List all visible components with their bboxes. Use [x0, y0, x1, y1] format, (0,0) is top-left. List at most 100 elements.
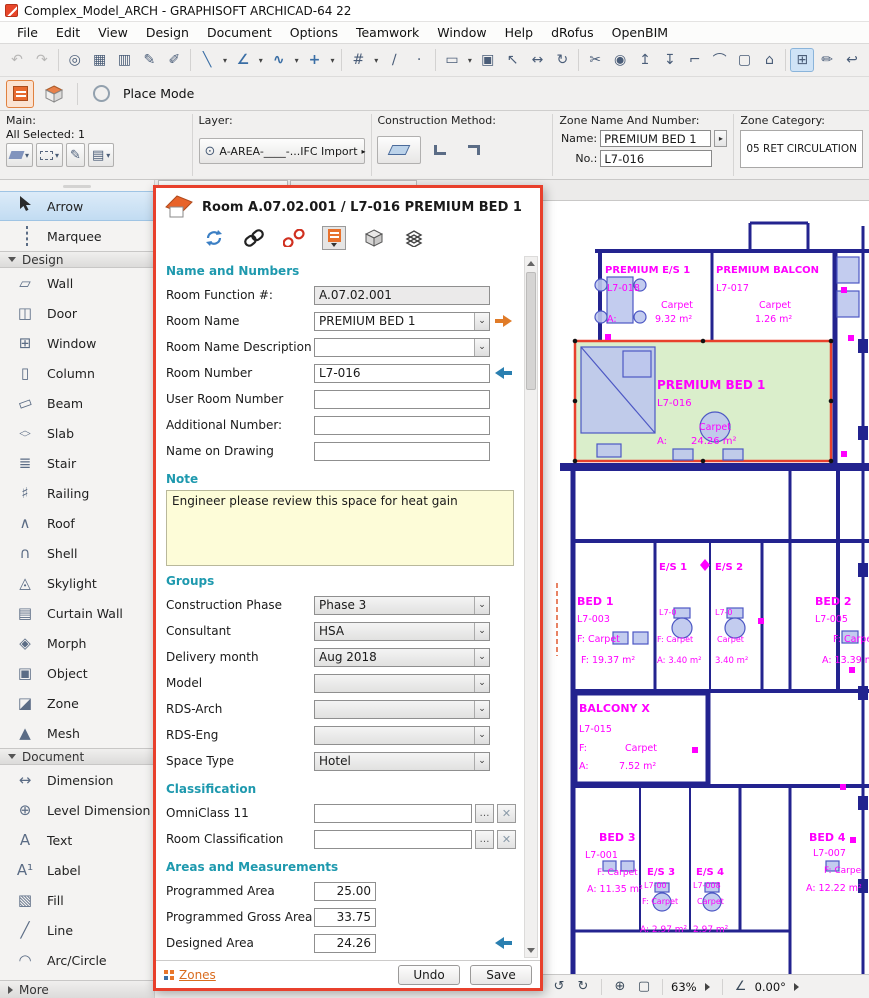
- zone-name-input[interactable]: PREMIUM BED 1: [600, 130, 711, 147]
- zone-name[interactable]: E/S 3: [647, 867, 675, 878]
- chevron-down-icon[interactable]: ⌄: [474, 753, 489, 770]
- spline-tool-dropdown[interactable]: ▾: [292, 48, 302, 72]
- scroll-down-icon[interactable]: [525, 944, 537, 957]
- unlink-button[interactable]: [282, 226, 306, 250]
- zones-link[interactable]: Zones: [164, 968, 216, 982]
- omniclass-input[interactable]: [314, 804, 472, 823]
- construction-method-button[interactable]: [377, 136, 421, 164]
- zoom-to-selection-icon[interactable]: ◉: [608, 48, 632, 72]
- favorites-palette-button[interactable]: ▤▾: [88, 143, 114, 167]
- menu-file[interactable]: File: [8, 25, 47, 40]
- brush-icon[interactable]: ✏: [815, 48, 839, 72]
- additional-number-input[interactable]: [314, 416, 490, 435]
- tool-morph[interactable]: ◈Morph: [0, 628, 154, 658]
- line-tool-icon[interactable]: ╲: [195, 48, 219, 72]
- zone-name[interactable]: BED 2: [815, 595, 852, 608]
- loop-icon[interactable]: ↩: [840, 48, 864, 72]
- chevron-down-icon[interactable]: ⌄: [474, 597, 489, 614]
- rotation-angle[interactable]: 0.00°: [755, 980, 786, 994]
- spline-tool-icon[interactable]: ∿: [267, 48, 291, 72]
- tool-arc-circle[interactable]: ◠Arc/Circle: [0, 945, 154, 975]
- toolbox-section-design[interactable]: Design: [0, 251, 154, 268]
- room-name-select[interactable]: PREMIUM BED 1⌄: [314, 312, 490, 331]
- chevron-down-icon[interactable]: ⌄: [474, 701, 489, 718]
- zoom-level[interactable]: 63%: [671, 980, 697, 994]
- tool-text[interactable]: AText: [0, 825, 154, 855]
- chevron-down-icon[interactable]: ⌄: [474, 727, 489, 744]
- tool-stair[interactable]: ≣Stair: [0, 448, 154, 478]
- scroll-up-icon[interactable]: [525, 257, 537, 270]
- line-tool-dropdown[interactable]: ▾: [220, 48, 230, 72]
- menu-options[interactable]: Options: [281, 25, 347, 40]
- drag-icon[interactable]: ↖: [501, 48, 525, 72]
- tool-door[interactable]: ◫Door: [0, 298, 154, 328]
- zone-name[interactable]: PREMIUM BALCON: [716, 265, 819, 276]
- layer-selector[interactable]: ⊙ A-AREA-____-...IFC Import ▸: [199, 138, 365, 164]
- model-sync-button[interactable]: [40, 80, 68, 108]
- designed-area-input[interactable]: 24.26: [314, 934, 376, 953]
- save-button[interactable]: Save: [470, 965, 532, 985]
- favorites-icon[interactable]: ▦: [88, 48, 112, 72]
- rotate-icon[interactable]: ↻: [550, 48, 574, 72]
- tool-label[interactable]: A¹Label: [0, 855, 154, 885]
- inject-parameters-icon[interactable]: ✐: [162, 48, 186, 72]
- chevron-down-icon[interactable]: ⌄: [474, 623, 489, 640]
- measure-icon[interactable]: ↔: [526, 48, 550, 72]
- fit-in-window-icon[interactable]: ▢: [634, 979, 654, 994]
- user-room-number-input[interactable]: [314, 390, 490, 409]
- zone-name-picker-button[interactable]: ▸: [714, 130, 727, 147]
- tool-line[interactable]: ╱Line: [0, 915, 154, 945]
- tool-column[interactable]: ▯Column: [0, 358, 154, 388]
- zone-name[interactable]: PREMIUM BED 1: [657, 378, 765, 392]
- pin-down-icon[interactable]: ↧: [658, 48, 682, 72]
- zoom-menu-icon[interactable]: [705, 983, 710, 991]
- space-type-select[interactable]: Hotel⌄: [314, 752, 490, 771]
- zone-name[interactable]: BALCONY X: [579, 702, 650, 715]
- programmed-area-input[interactable]: 25.00: [314, 882, 376, 901]
- sync-button[interactable]: [202, 226, 226, 250]
- menu-document[interactable]: Document: [198, 25, 281, 40]
- menu-view[interactable]: View: [89, 25, 137, 40]
- zone-category-selector[interactable]: 05 RET CIRCULATION: [740, 130, 863, 168]
- consultant-select[interactable]: HSA⌄: [314, 622, 490, 641]
- construction-phase-select[interactable]: Phase 3⌄: [314, 596, 490, 615]
- tool-railing[interactable]: ♯Railing: [0, 478, 154, 508]
- snap-grid-dropdown[interactable]: ▾: [371, 48, 381, 72]
- place-mode-toggle[interactable]: [87, 80, 115, 108]
- chevron-down-icon[interactable]: ⌄: [474, 675, 489, 692]
- coordinate-tool-icon[interactable]: +: [303, 48, 327, 72]
- toolbox-section-document[interactable]: Document: [0, 748, 154, 765]
- snap-grid-icon[interactable]: #: [346, 48, 370, 72]
- layout-grid-icon[interactable]: ⊞: [790, 48, 814, 72]
- toolbox-grip[interactable]: [0, 182, 154, 191]
- home-story-icon[interactable]: ⌂: [757, 48, 781, 72]
- tool-mesh[interactable]: ▲Mesh: [0, 718, 154, 748]
- tool-object[interactable]: ▣Object: [0, 658, 154, 688]
- room-function-input[interactable]: A.07.02.001: [314, 286, 490, 305]
- reference-line-button-2[interactable]: [459, 136, 489, 164]
- reference-line-button-1[interactable]: [425, 136, 455, 164]
- name-on-drawing-input[interactable]: [314, 442, 490, 461]
- rotation-menu-icon[interactable]: [794, 983, 799, 991]
- object-list-button[interactable]: [402, 226, 426, 250]
- undo-icon[interactable]: ↶: [5, 48, 29, 72]
- room-name-description-select[interactable]: ⌄: [314, 338, 490, 357]
- offset-tool-dropdown[interactable]: ▾: [256, 48, 266, 72]
- zone-name[interactable]: BED 1: [577, 595, 614, 608]
- tool-wall[interactable]: ▱Wall: [0, 268, 154, 298]
- menu-openbim[interactable]: OpenBIM: [603, 25, 677, 40]
- adjust-icon[interactable]: ▣: [476, 48, 500, 72]
- zone-name[interactable]: E/S 4: [696, 867, 724, 878]
- frame-icon[interactable]: ▢: [733, 48, 757, 72]
- offset-tool-icon[interactable]: ∠: [231, 48, 255, 72]
- snap-point-icon[interactable]: ·: [407, 48, 431, 72]
- tool-level-dimension[interactable]: ⊕Level Dimension: [0, 795, 154, 825]
- chevron-down-icon[interactable]: ⌄: [474, 313, 489, 330]
- next-view-icon[interactable]: ↻: [573, 979, 593, 994]
- tool-window[interactable]: ⊞Window: [0, 328, 154, 358]
- tool-curtain-wall[interactable]: ▤Curtain Wall: [0, 598, 154, 628]
- room-number-input[interactable]: L7-016: [314, 364, 490, 383]
- menu-drofus[interactable]: dRofus: [542, 25, 603, 40]
- selection-method-button[interactable]: ▾: [36, 143, 63, 167]
- zone-number-input[interactable]: L7-016: [600, 150, 712, 167]
